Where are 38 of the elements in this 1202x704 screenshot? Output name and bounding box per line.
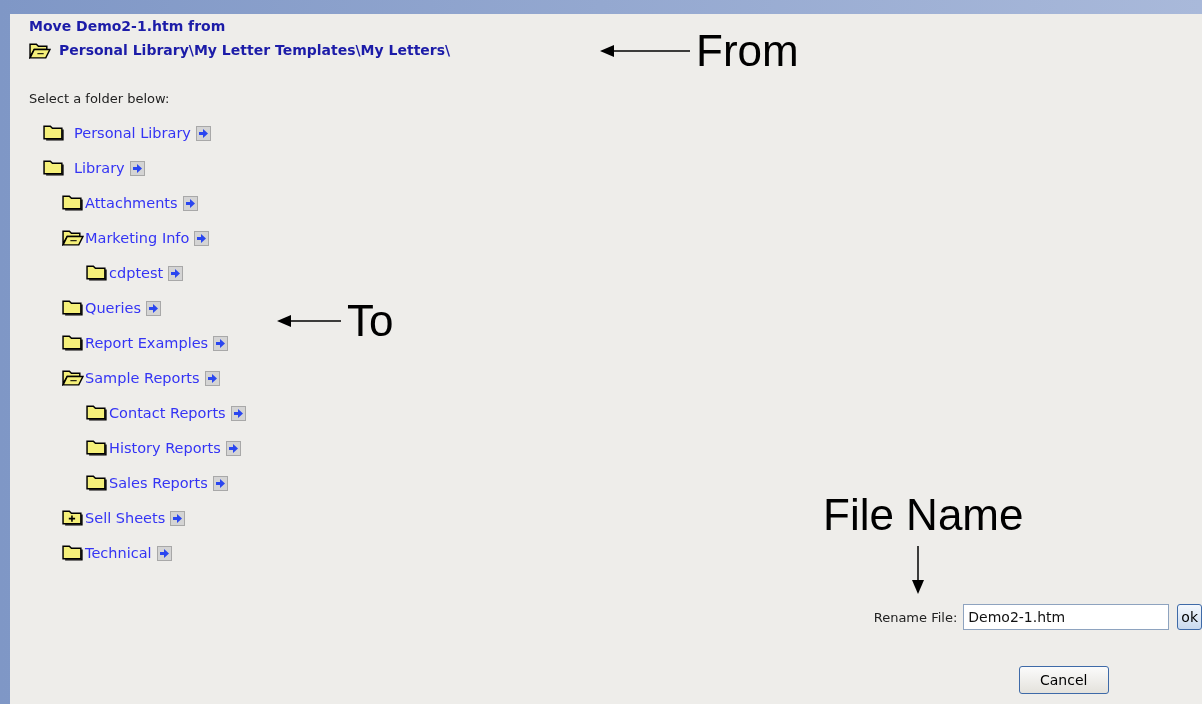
go-arrow-icon[interactable] bbox=[225, 441, 241, 456]
move-title: Move Demo2-1.htm from bbox=[29, 18, 227, 34]
folder-link[interactable]: Queries bbox=[85, 300, 141, 316]
go-arrow-icon[interactable] bbox=[212, 476, 228, 491]
go-arrow-icon[interactable] bbox=[195, 126, 211, 141]
arrow bbox=[911, 546, 925, 594]
folder-prompt: Select a folder below: bbox=[29, 91, 171, 106]
go-arrow-icon[interactable] bbox=[168, 266, 184, 281]
go-arrow-icon[interactable] bbox=[156, 546, 172, 561]
annotation-label: File Name bbox=[823, 490, 1024, 540]
folder-link[interactable]: Sample Reports bbox=[85, 370, 200, 386]
folder-link[interactable]: Library bbox=[74, 160, 125, 176]
folder-link[interactable]: cdptest bbox=[109, 265, 164, 281]
go-arrow-icon[interactable] bbox=[170, 511, 186, 526]
ok-button[interactable]: ok bbox=[1177, 604, 1202, 630]
folder-link[interactable]: Report Examples bbox=[85, 335, 209, 351]
file-name-field[interactable]: Demo2-1.htm bbox=[963, 604, 1170, 630]
folder-link[interactable]: Marketing Info bbox=[85, 230, 190, 246]
folder-link[interactable]: Technical bbox=[85, 545, 152, 561]
folder-link[interactable]: Attachments bbox=[85, 195, 178, 211]
folder-link[interactable]: Contact Reports bbox=[109, 405, 226, 421]
annotation-label: From bbox=[696, 26, 799, 76]
go-arrow-icon[interactable] bbox=[146, 301, 161, 316]
folder-link[interactable]: Sales Reports bbox=[109, 475, 208, 491]
go-arrow-icon[interactable] bbox=[213, 336, 229, 351]
folder-link[interactable]: Personal Library bbox=[74, 125, 191, 141]
go-arrow-icon[interactable] bbox=[204, 371, 220, 386]
rename-label: Rename File: bbox=[873, 609, 958, 625]
go-arrow-icon[interactable] bbox=[194, 231, 210, 246]
cancel-button[interactable]: Cancel bbox=[1018, 666, 1109, 694]
go-arrow-icon[interactable] bbox=[129, 161, 145, 176]
go-arrow-icon[interactable] bbox=[182, 196, 198, 211]
source-path: Personal Library\My Letter Templates\My Letters\ bbox=[59, 41, 451, 58]
folder-link[interactable]: History Reports bbox=[109, 440, 221, 456]
annotation-label: To bbox=[347, 296, 394, 346]
folder-link[interactable]: Sell Sheets bbox=[85, 510, 166, 526]
go-arrow-icon[interactable] bbox=[230, 406, 246, 421]
arrow bbox=[277, 314, 341, 328]
